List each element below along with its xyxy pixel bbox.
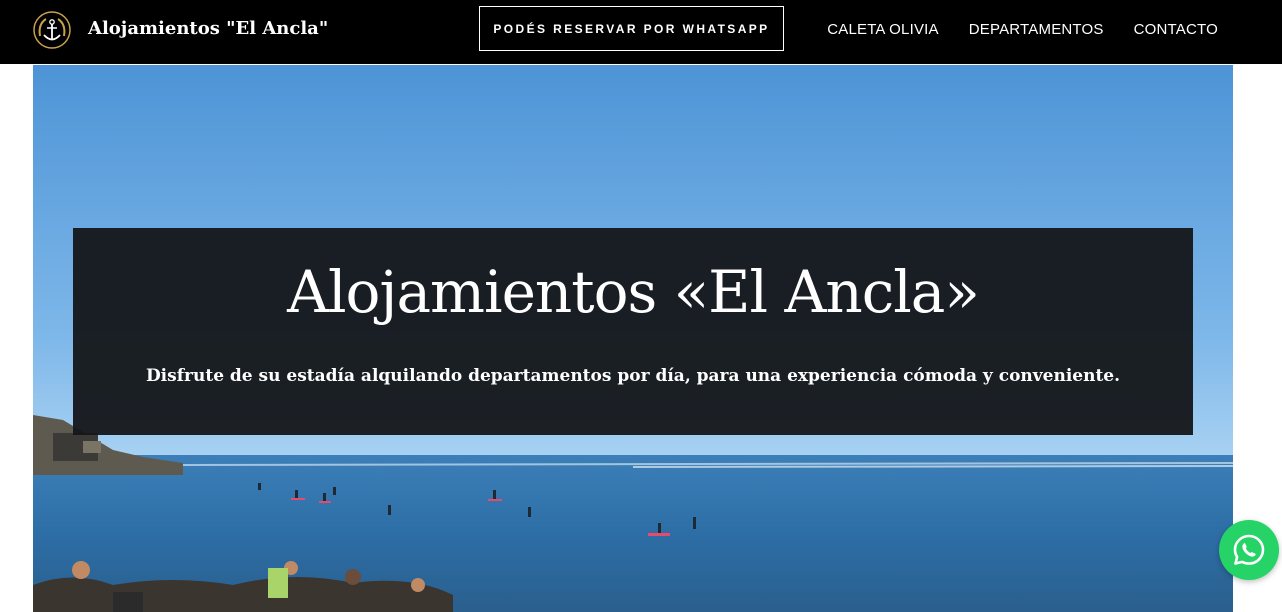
nav-contacto[interactable]: CONTACTO	[1134, 21, 1218, 38]
whatsapp-icon[interactable]	[1219, 520, 1279, 580]
hero-subtitle: Disfrute de su estadía alquilando depart…	[145, 366, 1121, 386]
nav-caleta-olivia[interactable]: CALETA OLIVIA	[827, 21, 939, 38]
hero-overlay: Alojamientos «El Ancla» Disfrute de su e…	[73, 228, 1193, 435]
site-header: Alojamientos "El Ancla" PODÉS RESERVAR P…	[0, 0, 1282, 64]
main-nav: CALETA OLIVIA DEPARTAMENTOS CONTACTO	[827, 21, 1218, 38]
anchor-emblem-icon[interactable]	[32, 10, 72, 50]
whatsapp-booking-button[interactable]: PODÉS RESERVAR POR WHATSAPP	[479, 6, 784, 51]
site-title[interactable]: Alojamientos "El Ancla"	[88, 18, 328, 39]
hero-title: Alojamientos «El Ancla»	[287, 258, 980, 326]
nav-departamentos[interactable]: DEPARTAMENTOS	[969, 21, 1104, 38]
